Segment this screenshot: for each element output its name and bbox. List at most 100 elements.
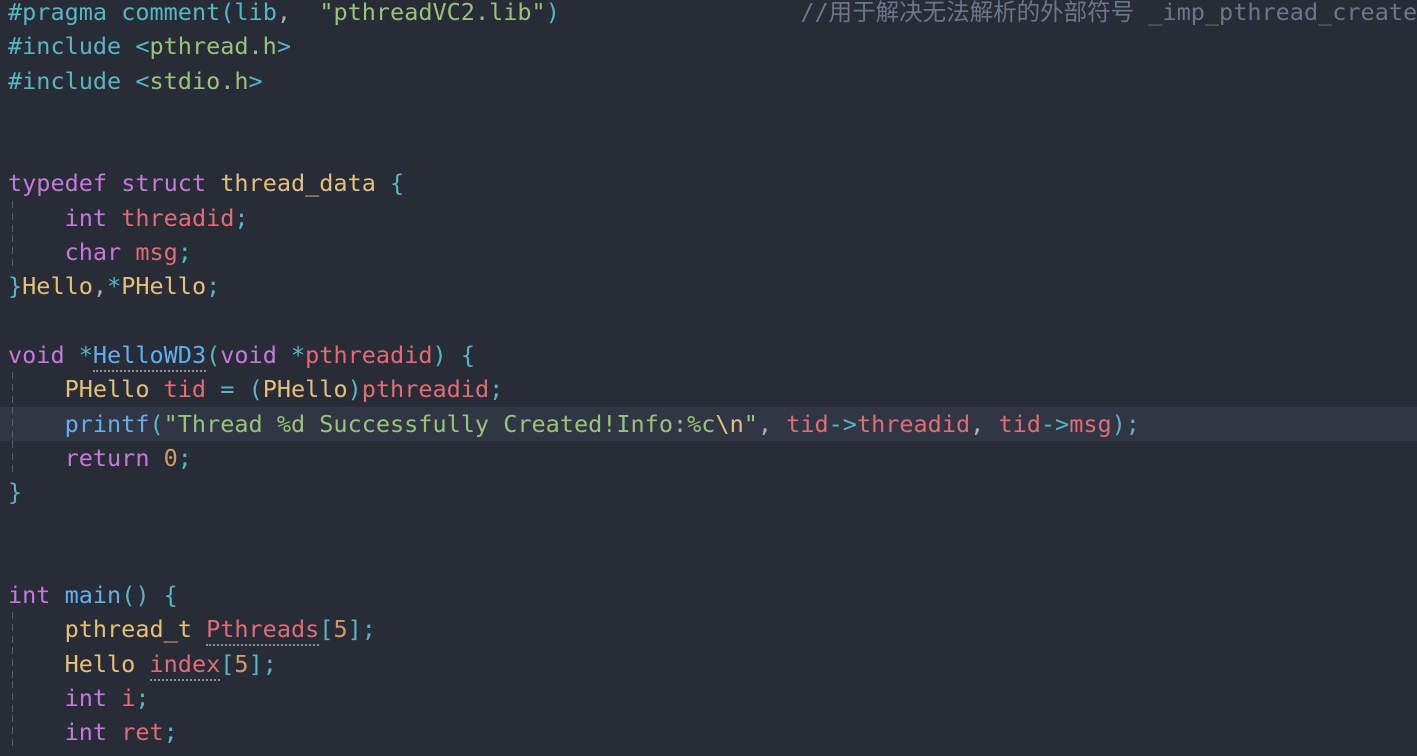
code-token: \n [715, 409, 744, 438]
code-line[interactable]: typedef struct thread_data { [0, 166, 1417, 200]
code-token: typedef [8, 169, 108, 198]
code-token: 5 [234, 649, 249, 678]
code-token: main [64, 581, 122, 610]
code-token: lib [234, 0, 277, 26]
code-line[interactable]: } [0, 475, 1417, 509]
code-token: 5 [333, 615, 348, 644]
code-token: void [220, 340, 277, 369]
code-content[interactable]: #pragma comment ( lib, "pthreadVC2.lib") /… [0, 0, 1417, 750]
code-token: ret [121, 718, 164, 747]
code-line[interactable]: pthread_t Pthreads[5]; [0, 612, 1417, 647]
code-line[interactable]: printf("Thread %d Successfully Created!I… [0, 406, 1417, 442]
code-token: #include [8, 32, 122, 61]
code-line[interactable]: int main() { [0, 578, 1417, 612]
code-token: #pragma [8, 0, 108, 26]
code-token: tid [786, 409, 829, 438]
code-line[interactable]: return 0; [0, 440, 1417, 476]
code-token: } [8, 272, 23, 301]
code-token: Pthreads [206, 615, 320, 647]
code-token: ; [234, 203, 249, 232]
code-token: ; [262, 649, 277, 678]
code-token: " [743, 409, 758, 438]
code-token: pthreadid [361, 375, 490, 404]
code-token: ) [1111, 409, 1126, 438]
code-line[interactable] [0, 509, 1417, 543]
code-token: -> [1040, 409, 1070, 438]
code-token: < [135, 66, 150, 95]
code-line[interactable]: int ret; [0, 715, 1417, 750]
code-line[interactable] [0, 304, 1417, 338]
code-token: stdio.h [149, 66, 249, 95]
code-token: //用于解决无法解析的外部符号 _imp_pthread_create问题 [800, 0, 1417, 26]
code-line[interactable]: PHello tid = (PHello)pthreadid; [0, 372, 1417, 407]
code-token: PHello [64, 375, 150, 404]
code-line[interactable]: int threadid; [0, 200, 1417, 236]
code-token: pthreadid [305, 340, 433, 369]
code-token: ; [1125, 409, 1140, 438]
code-token: tid [998, 409, 1041, 438]
code-token: PHello [262, 375, 348, 404]
code-token: * [107, 272, 122, 301]
code-token: ; [489, 375, 504, 404]
code-line[interactable]: void *HelloWD3(void *pthreadid) { [0, 338, 1417, 372]
code-token: msg [135, 238, 178, 267]
code-token: [ [319, 615, 334, 644]
code-token: , [757, 409, 773, 438]
code-line[interactable]: }Hello,*PHello; [0, 269, 1417, 303]
code-line[interactable]: #include <pthread.h> [0, 29, 1417, 63]
code-line[interactable]: Hello index[5]; [0, 646, 1417, 682]
code-token: "pthreadVC2.lib" [319, 0, 546, 26]
code-token: ) [545, 0, 560, 26]
code-token: thread_data [220, 169, 376, 198]
code-token: struct [121, 169, 207, 198]
code-token: int [64, 203, 108, 232]
code-line[interactable]: #include <stdio.h> [0, 64, 1417, 98]
code-token: ) [347, 375, 362, 404]
code-token: () [121, 581, 150, 610]
code-line[interactable]: char msg; [0, 235, 1417, 270]
code-token: printf [64, 409, 150, 438]
code-token: ; [177, 443, 192, 472]
code-token: > [248, 66, 263, 95]
code-token: int [8, 581, 51, 610]
code-token: ; [163, 718, 178, 747]
code-line[interactable] [0, 544, 1417, 578]
code-token: comment [121, 0, 221, 26]
code-token: char [64, 238, 122, 267]
code-token: ] [347, 615, 362, 644]
code-token: int [64, 683, 108, 712]
code-editor-pane[interactable]: #pragma comment ( lib, "pthreadVC2.lib") /… [0, 0, 1417, 756]
code-line[interactable]: #pragma comment(lib, "pthreadVC2.lib") /… [0, 0, 1417, 29]
code-token: msg [1069, 409, 1112, 438]
code-token: ( [248, 375, 263, 404]
code-line[interactable] [0, 98, 1417, 132]
code-token: ( [206, 340, 221, 369]
code-line[interactable] [0, 132, 1417, 166]
code-token: int [64, 718, 108, 747]
code-token: HelloWD3 [92, 340, 207, 372]
code-line[interactable]: int i; [0, 680, 1417, 716]
code-token: < [135, 32, 150, 61]
